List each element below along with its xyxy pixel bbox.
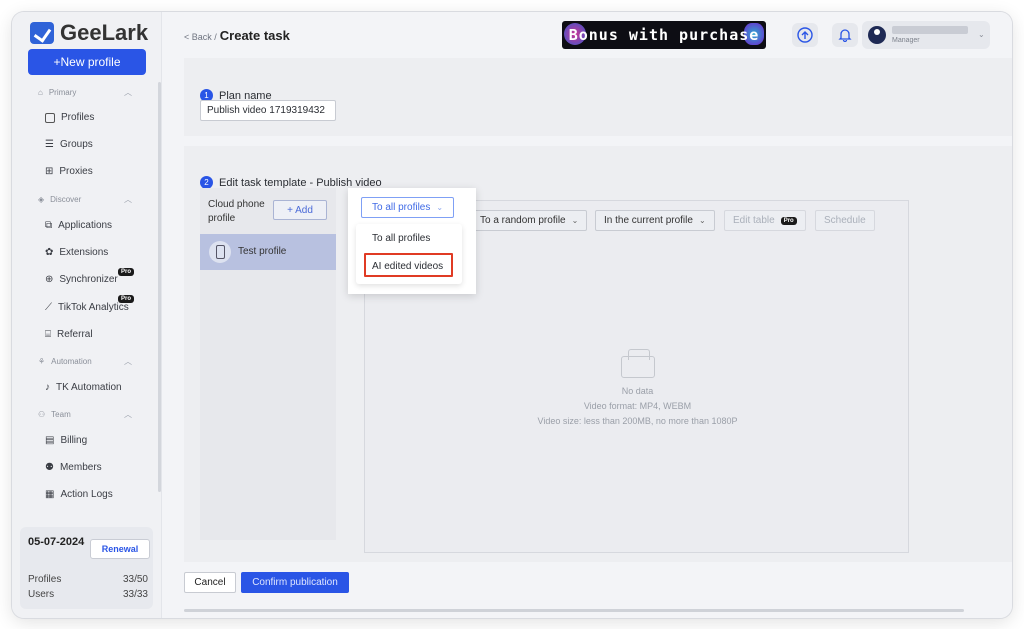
sidebar-item-billing[interactable]: ▤ Billing	[45, 435, 87, 446]
sidebar-item-profiles[interactable]: Profiles	[45, 112, 94, 123]
edit-table-button[interactable]: Edit table Pro	[724, 210, 806, 231]
empty-state: No data Video format: MP4, WEBM Video si…	[365, 349, 910, 429]
logs-icon: ▦	[45, 489, 55, 500]
expiry-date: 05-07-2024	[28, 536, 85, 548]
empty-box-icon	[620, 349, 655, 378]
top-bar: < Back / Create task Bonus with purchase…	[162, 12, 1012, 58]
synchronizer-icon: ⊕	[45, 274, 54, 285]
app-window: GeeLark +New profile ⌂ Primary ︿ Profile…	[12, 12, 1012, 618]
section-automation[interactable]: ⚘ Automation ︿	[38, 357, 132, 366]
add-profile-button[interactable]: + Add	[273, 200, 327, 220]
plan-name-input[interactable]: Publish video 1719319432	[200, 100, 336, 121]
pro-badge: Pro	[780, 216, 797, 225]
extensions-icon: ✿	[45, 247, 54, 258]
members-icon: ⚉	[45, 462, 54, 473]
profile-item[interactable]: Test profile	[200, 234, 336, 270]
sidebar-item-extensions[interactable]: ✿ Extensions	[45, 247, 108, 258]
cancel-button[interactable]: Cancel	[184, 572, 236, 593]
usage-card: 05-07-2024 Renewal Profiles 33/50 Users …	[20, 527, 153, 609]
sidebar-item-proxies[interactable]: ⊞ Proxies	[45, 166, 93, 177]
tiktok-icon: ♪	[45, 382, 50, 393]
profile-panel: Cloud phone profile + Add Test profile	[200, 188, 336, 540]
to-random-profile-button[interactable]: To a random profile ⌄	[471, 210, 588, 231]
geelark-logo-icon	[30, 22, 54, 44]
user-menu[interactable]: Manager ⌄	[862, 21, 990, 49]
sidebar: GeeLark +New profile ⌂ Primary ︿ Profile…	[12, 12, 162, 618]
option-to-all-profiles[interactable]: To all profiles	[372, 233, 430, 244]
main-area: < Back / Create task Bonus with purchase…	[162, 12, 1012, 618]
new-profile-button[interactable]: +New profile	[28, 49, 146, 75]
chevron-up-icon: ︿	[124, 357, 132, 366]
renewal-button[interactable]: Renewal	[90, 539, 150, 559]
sidebar-item-groups[interactable]: ☰ Groups	[45, 139, 93, 150]
sidebar-item-synchronizer[interactable]: ⊕ Synchronizer	[45, 274, 118, 285]
in-current-profile-button[interactable]: In the current profile ⌄	[595, 210, 715, 231]
horizontal-scrollbar[interactable]	[184, 609, 964, 612]
automation-icon: ⚘	[38, 357, 46, 366]
page-title: Create task	[219, 28, 290, 43]
avatar	[868, 26, 886, 44]
template-label: Edit task template - Publish video	[219, 176, 382, 189]
footer-actions: Cancel Confirm publication	[184, 568, 1012, 618]
sidebar-item-members[interactable]: ⚉ Members	[45, 462, 102, 473]
sidebar-scrollbar[interactable]	[158, 82, 161, 492]
phone-icon	[209, 241, 231, 263]
profiles-usage: Profiles 33/50	[28, 574, 148, 585]
analytics-icon: ⟋	[45, 302, 52, 313]
brand-name: GeeLark	[60, 20, 149, 45]
chevron-down-icon: ⌄	[978, 30, 985, 39]
upload-button[interactable]	[792, 23, 818, 47]
team-icon: ⚇	[38, 410, 46, 419]
bell-icon	[838, 29, 852, 42]
profiles-icon	[45, 112, 55, 123]
schedule-button[interactable]: Schedule	[815, 210, 875, 231]
section-discover[interactable]: ◈ Discover ︿	[38, 195, 132, 204]
user-role: Manager	[892, 37, 920, 44]
chevron-up-icon: ︿	[124, 88, 132, 97]
discover-icon: ◈	[38, 195, 45, 204]
billing-icon: ▤	[45, 435, 55, 446]
sidebar-item-tk-automation[interactable]: ♪ TK Automation	[45, 382, 122, 393]
home-icon: ⌂	[38, 88, 43, 97]
chevron-down-icon: ⌄	[571, 216, 579, 225]
section-primary[interactable]: ⌂ Primary ︿	[38, 88, 132, 97]
chevron-down-icon: ⌄	[698, 216, 706, 225]
to-all-profiles-dropdown[interactable]: To all profiles ⌄	[361, 197, 454, 218]
users-usage: Users 33/33	[28, 589, 148, 600]
chevron-up-icon: ︿	[124, 410, 132, 419]
cloud-phone-label: Cloud phone profile	[208, 199, 265, 224]
notification-button[interactable]	[832, 23, 858, 47]
applications-icon: ⧉	[45, 220, 53, 231]
gift-icon: ⌸	[45, 329, 51, 340]
sidebar-item-action-logs[interactable]: ▦ Action Logs	[45, 489, 113, 500]
section-team[interactable]: ⚇ Team ︿	[38, 410, 132, 419]
sidebar-item-tiktok-analytics[interactable]: ⟋ TikTok Analytics	[45, 302, 129, 313]
chevron-up-icon: ︿	[124, 195, 132, 204]
list-icon: ☰	[45, 139, 54, 150]
pro-badge: Pro	[118, 268, 135, 276]
sidebar-item-referral[interactable]: ⌸ Referral	[45, 329, 93, 340]
confirm-publication-button[interactable]: Confirm publication	[241, 572, 349, 593]
upload-icon	[797, 27, 813, 43]
pro-badge: Pro	[118, 295, 135, 303]
user-name-redacted	[892, 26, 968, 34]
breadcrumb: < Back / Create task	[184, 28, 290, 43]
logo: GeeLark	[30, 20, 148, 46]
bonus-banner[interactable]: Bonus with purchase	[562, 21, 766, 49]
highlight-box	[364, 253, 453, 277]
plan-card: 1 Plan name	[184, 58, 1012, 136]
sidebar-item-applications[interactable]: ⧉ Applications	[45, 220, 112, 231]
proxy-icon: ⊞	[45, 166, 54, 177]
back-link[interactable]: < Back /	[184, 32, 217, 42]
chevron-down-icon: ⌄	[436, 203, 444, 212]
